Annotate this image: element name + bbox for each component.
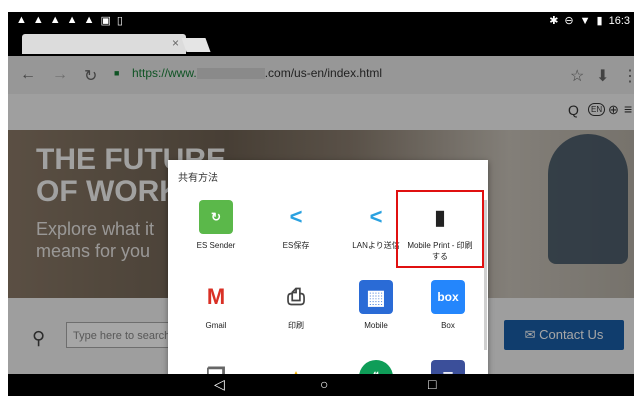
notification-icon: ▲ [32,14,44,26]
share-target-label: Mobile [364,321,388,330]
nav-recents-icon[interactable]: □ [428,376,436,392]
mobile-app-icon: ▦ [359,280,393,314]
box-icon: box [431,280,465,314]
share-target-label: Box [441,321,455,330]
browser-tab[interactable]: × [22,34,186,54]
notification-icons: ▲ ▲ ▲ ▲ ▲ ▣ ▯ [16,14,123,27]
share-sheet: 共有方法 ↻ ES Sender < ES保存 < LANより送信 ▮ Mobi… [168,160,488,382]
battery-icon: ▮ [596,15,603,27]
device-notification-icon: ▯ [116,15,123,27]
share-sheet-scrollbar[interactable] [484,200,487,350]
system-icons: ✱ ⊖ ▼ ▮ 16:3 [549,14,630,28]
share-target-label: 印刷 [288,321,304,330]
notification-icon: ▲ [49,14,61,26]
highlight-box [396,190,484,268]
share-target-es-sender[interactable]: ↻ ES Sender [176,200,256,251]
system-nav-bar: ◁ ○ □ [8,374,634,396]
notification-icon: ▲ [66,14,78,26]
share-target-gmail[interactable]: M Gmail [176,280,256,331]
notification-icon: ▲ [83,14,95,26]
gmail-icon: M [206,284,226,309]
bluetooth-icon: ✱ [549,15,559,27]
device-screen: ▲ ▲ ▲ ▲ ▲ ▣ ▯ ✱ ⊖ ▼ ▮ 16:3 × ← → ↻ ■ htt… [8,12,634,396]
clock: 16:3 [608,14,630,27]
new-tab-button[interactable] [181,38,211,52]
share-sheet-title: 共有方法 [178,173,218,184]
share-es-icon: < [289,204,303,229]
wifi-icon: ▼ [579,14,591,27]
dnd-icon: ⊖ [564,15,574,27]
nav-back-icon[interactable]: ◁ [214,376,225,393]
status-bar: ▲ ▲ ▲ ▲ ▲ ▣ ▯ ✱ ⊖ ▼ ▮ 16:3 [8,12,634,30]
es-sender-icon: ↻ [199,200,233,234]
share-target-box[interactable]: box Box [408,280,488,331]
notification-icon: ▲ [16,14,27,26]
share-target-es-save[interactable]: < ES保存 [256,200,336,251]
close-tab-icon[interactable]: × [172,36,179,50]
printer-icon: ⎙ [287,284,305,309]
share-lan-icon: < [369,204,383,229]
share-target-mobile[interactable]: ▦ Mobile [336,280,416,331]
share-target-label: ES保存 [282,241,310,250]
share-target-label: Gmail [205,321,227,330]
nav-home-icon[interactable]: ○ [320,376,328,392]
share-target-label: ES Sender [196,241,236,250]
share-target-print[interactable]: ⎙ 印刷 [256,280,336,331]
image-notification-icon: ▣ [100,15,111,27]
